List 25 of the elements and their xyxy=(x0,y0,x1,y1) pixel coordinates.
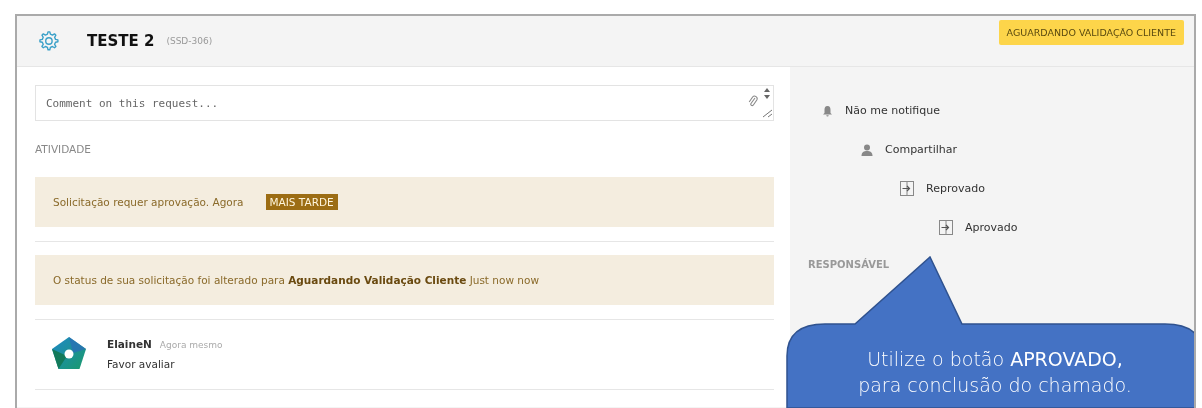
attachment-icon[interactable] xyxy=(748,94,758,108)
comment-text: Favor avaliar xyxy=(107,358,176,370)
notice-text: Solicitação requer aprovação. Agora xyxy=(53,196,244,208)
notice-text: O status de sua solicitação foi alterado para Aguardando Validação Cliente Just now now xyxy=(53,274,539,286)
section-heading: ATIVIDADE xyxy=(35,143,92,155)
settings-icon xyxy=(37,30,59,52)
status-badge: AGUARDANDO VALIDAÇÃO CLIENTE xyxy=(998,20,1184,45)
avatar-icon xyxy=(51,336,87,372)
sidebar-action[interactable]: Aprovado xyxy=(925,208,1018,247)
person-icon xyxy=(861,143,873,156)
sidebar-action[interactable]: Compartilhar xyxy=(847,130,958,169)
sidebar-action[interactable]: Não me notifique xyxy=(808,91,940,130)
transition-icon xyxy=(939,220,953,235)
later-button[interactable]: MAIS TARDE xyxy=(265,194,338,210)
section-heading: RESPONSÁVEL xyxy=(808,259,891,270)
comment-author[interactable]: ElaineN xyxy=(107,338,152,350)
bell-icon xyxy=(822,104,833,117)
transition-icon xyxy=(900,181,914,196)
resize-handle-icon[interactable] xyxy=(761,86,773,118)
sidebar-action[interactable]: Reprovado xyxy=(886,169,985,208)
request-title: TESTE 2 xyxy=(87,32,155,50)
request-key: (SSD-306) xyxy=(166,36,213,46)
comment-field[interactable]: Comment on this request... xyxy=(35,85,774,121)
comment-time: Agora mesmo xyxy=(159,340,223,350)
callout-text: Utilize o botão APROVADO, para conclusão do chamado. xyxy=(857,347,1133,398)
